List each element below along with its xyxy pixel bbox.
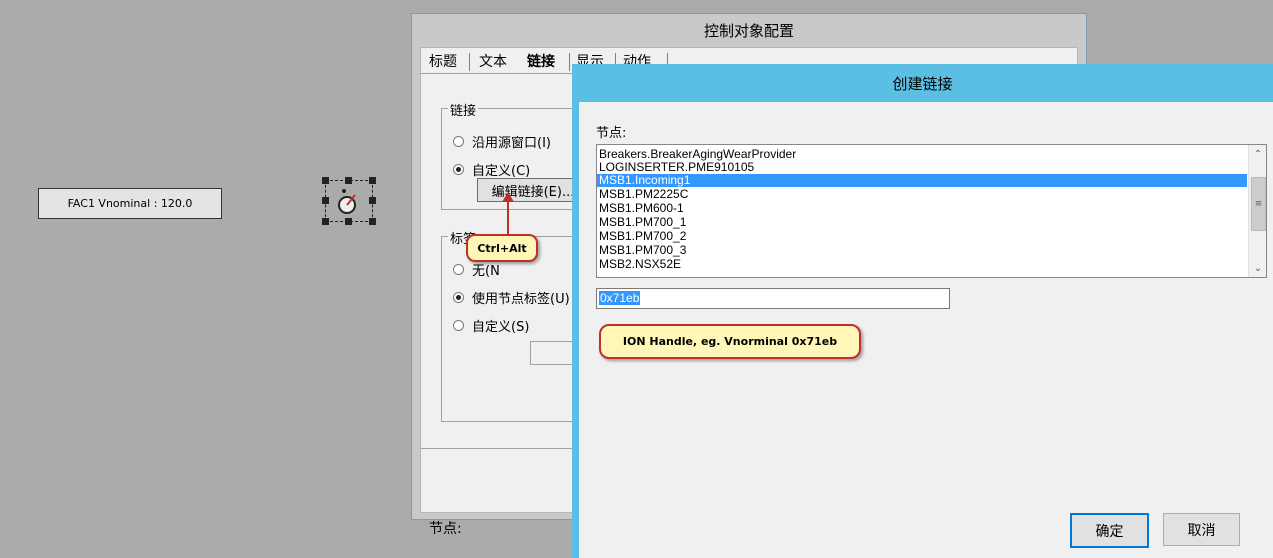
- radio-no-label[interactable]: 无(N: [453, 260, 500, 279]
- tab-separator: [469, 53, 470, 71]
- footer-node-label: 节点:: [429, 521, 462, 537]
- ok-button[interactable]: 确定: [1070, 513, 1149, 548]
- tab-separator: [569, 53, 570, 71]
- tab-title[interactable]: 标题: [425, 50, 461, 72]
- list-item[interactable]: MSB1.PM2225C: [597, 188, 688, 201]
- scroll-thumb[interactable]: ≡: [1251, 177, 1266, 231]
- radio-button[interactable]: [453, 320, 464, 331]
- create-link-dialog: 创建链接 节点: Breakers.BreakerAgingWearProvid…: [572, 64, 1273, 558]
- radio-custom-link[interactable]: 自定义(C): [453, 160, 530, 179]
- handle-input[interactable]: 0x71eb: [596, 288, 950, 309]
- gauge-icon: [338, 189, 356, 214]
- tab-text[interactable]: 文本: [475, 50, 511, 72]
- red-arrow-icon: [502, 192, 514, 236]
- radio-custom-label[interactable]: 自定义(S): [453, 316, 529, 335]
- list-item[interactable]: MSB1.PM700_1: [597, 216, 686, 229]
- handle-input-value: 0x71eb: [599, 291, 641, 305]
- dialog-body: 节点: Breakers.BreakerAgingWearProvider LO…: [579, 102, 1273, 558]
- tab-strip-divider: [421, 73, 591, 74]
- dialog-title: 控制对象配置: [412, 14, 1086, 46]
- dialog-title: 创建链接: [892, 74, 953, 93]
- radio-button[interactable]: [453, 136, 464, 147]
- radio-button[interactable]: [453, 264, 464, 275]
- list-item[interactable]: MSB1.PM700_3: [597, 244, 686, 257]
- radio-button-checked[interactable]: [453, 292, 464, 303]
- list-item-selected[interactable]: MSB1.Incoming1: [597, 174, 1247, 187]
- ion-handle-callout: ION Handle, eg. Vnorminal 0x71eb: [599, 324, 861, 359]
- divider: [421, 448, 591, 449]
- list-item[interactable]: MSB1.PM600-1: [597, 202, 684, 215]
- list-item[interactable]: MSB1.PM700_2: [597, 230, 686, 243]
- radio-use-node-label[interactable]: 使用节点标签(U): [453, 288, 570, 307]
- link-group-title: 链接: [448, 100, 479, 119]
- selected-gauge-object[interactable]: [322, 177, 376, 225]
- ctrl-alt-callout: Ctrl+Alt: [466, 234, 538, 262]
- node-caption: 节点:: [596, 126, 627, 141]
- scroll-up-icon[interactable]: ⌃: [1249, 145, 1266, 163]
- tab-link[interactable]: 链接: [523, 50, 559, 72]
- scroll-down-icon[interactable]: ⌄: [1249, 259, 1266, 277]
- node-listbox[interactable]: Breakers.BreakerAgingWearProvider LOGINS…: [596, 144, 1267, 278]
- cancel-button[interactable]: 取消: [1163, 513, 1240, 546]
- radio-use-source-window[interactable]: 沿用源窗口(I): [453, 132, 551, 151]
- list-item[interactable]: MSB2.NSX52E: [597, 258, 681, 271]
- list-scrollbar[interactable]: ⌃ ≡ ⌄: [1248, 145, 1266, 277]
- radio-button-checked[interactable]: [453, 164, 464, 175]
- fac1-vnominal-label[interactable]: FAC1 Vnominal : 120.0: [38, 188, 222, 219]
